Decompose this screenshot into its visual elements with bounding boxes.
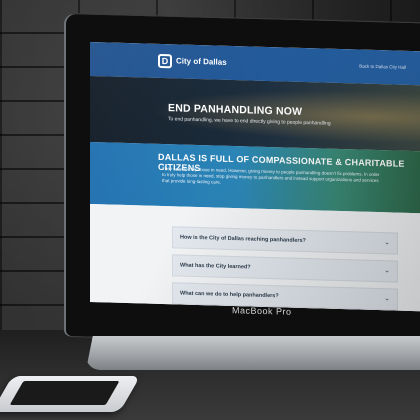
hero-title: END PANHANDLING NOW <box>168 102 303 118</box>
city-logo-icon[interactable]: D <box>158 53 172 69</box>
faq-question: What can we do to help panhandlers? <box>180 290 279 300</box>
smartphone <box>0 376 141 412</box>
chevron-down-icon[interactable]: ⌄ <box>384 238 390 246</box>
faq-section: How is the City of Dallas reaching panha… <box>90 204 420 312</box>
site-name[interactable]: City of Dallas <box>176 56 227 66</box>
hero-subtitle: To end panhandling, we have to end direc… <box>168 116 331 127</box>
chevron-down-icon[interactable]: ⌄ <box>384 294 390 302</box>
faq-question: How is the City of Dallas reaching panha… <box>180 234 306 245</box>
faq-item[interactable]: How is the City of Dallas reaching panha… <box>172 226 398 255</box>
back-to-city-hall-link[interactable]: Back to Dallas City Hall <box>359 64 406 70</box>
faq-item[interactable]: What has the City learned? ⌄ <box>172 254 398 283</box>
phone-screen <box>9 381 120 405</box>
laptop-base <box>86 336 420 370</box>
hero-banner: END PANHANDLING NOW To end panhandling, … <box>90 76 420 152</box>
faq-question: What has the City learned? <box>180 262 251 271</box>
chevron-down-icon[interactable]: ⌄ <box>384 266 390 274</box>
info-band: DALLAS IS FULL OF COMPASSIONATE & CHARIT… <box>90 142 420 214</box>
laptop-brand-label: MacBook Pro <box>232 305 292 317</box>
laptop-screen: D City of Dallas Back to Dallas City Hal… <box>90 42 420 312</box>
